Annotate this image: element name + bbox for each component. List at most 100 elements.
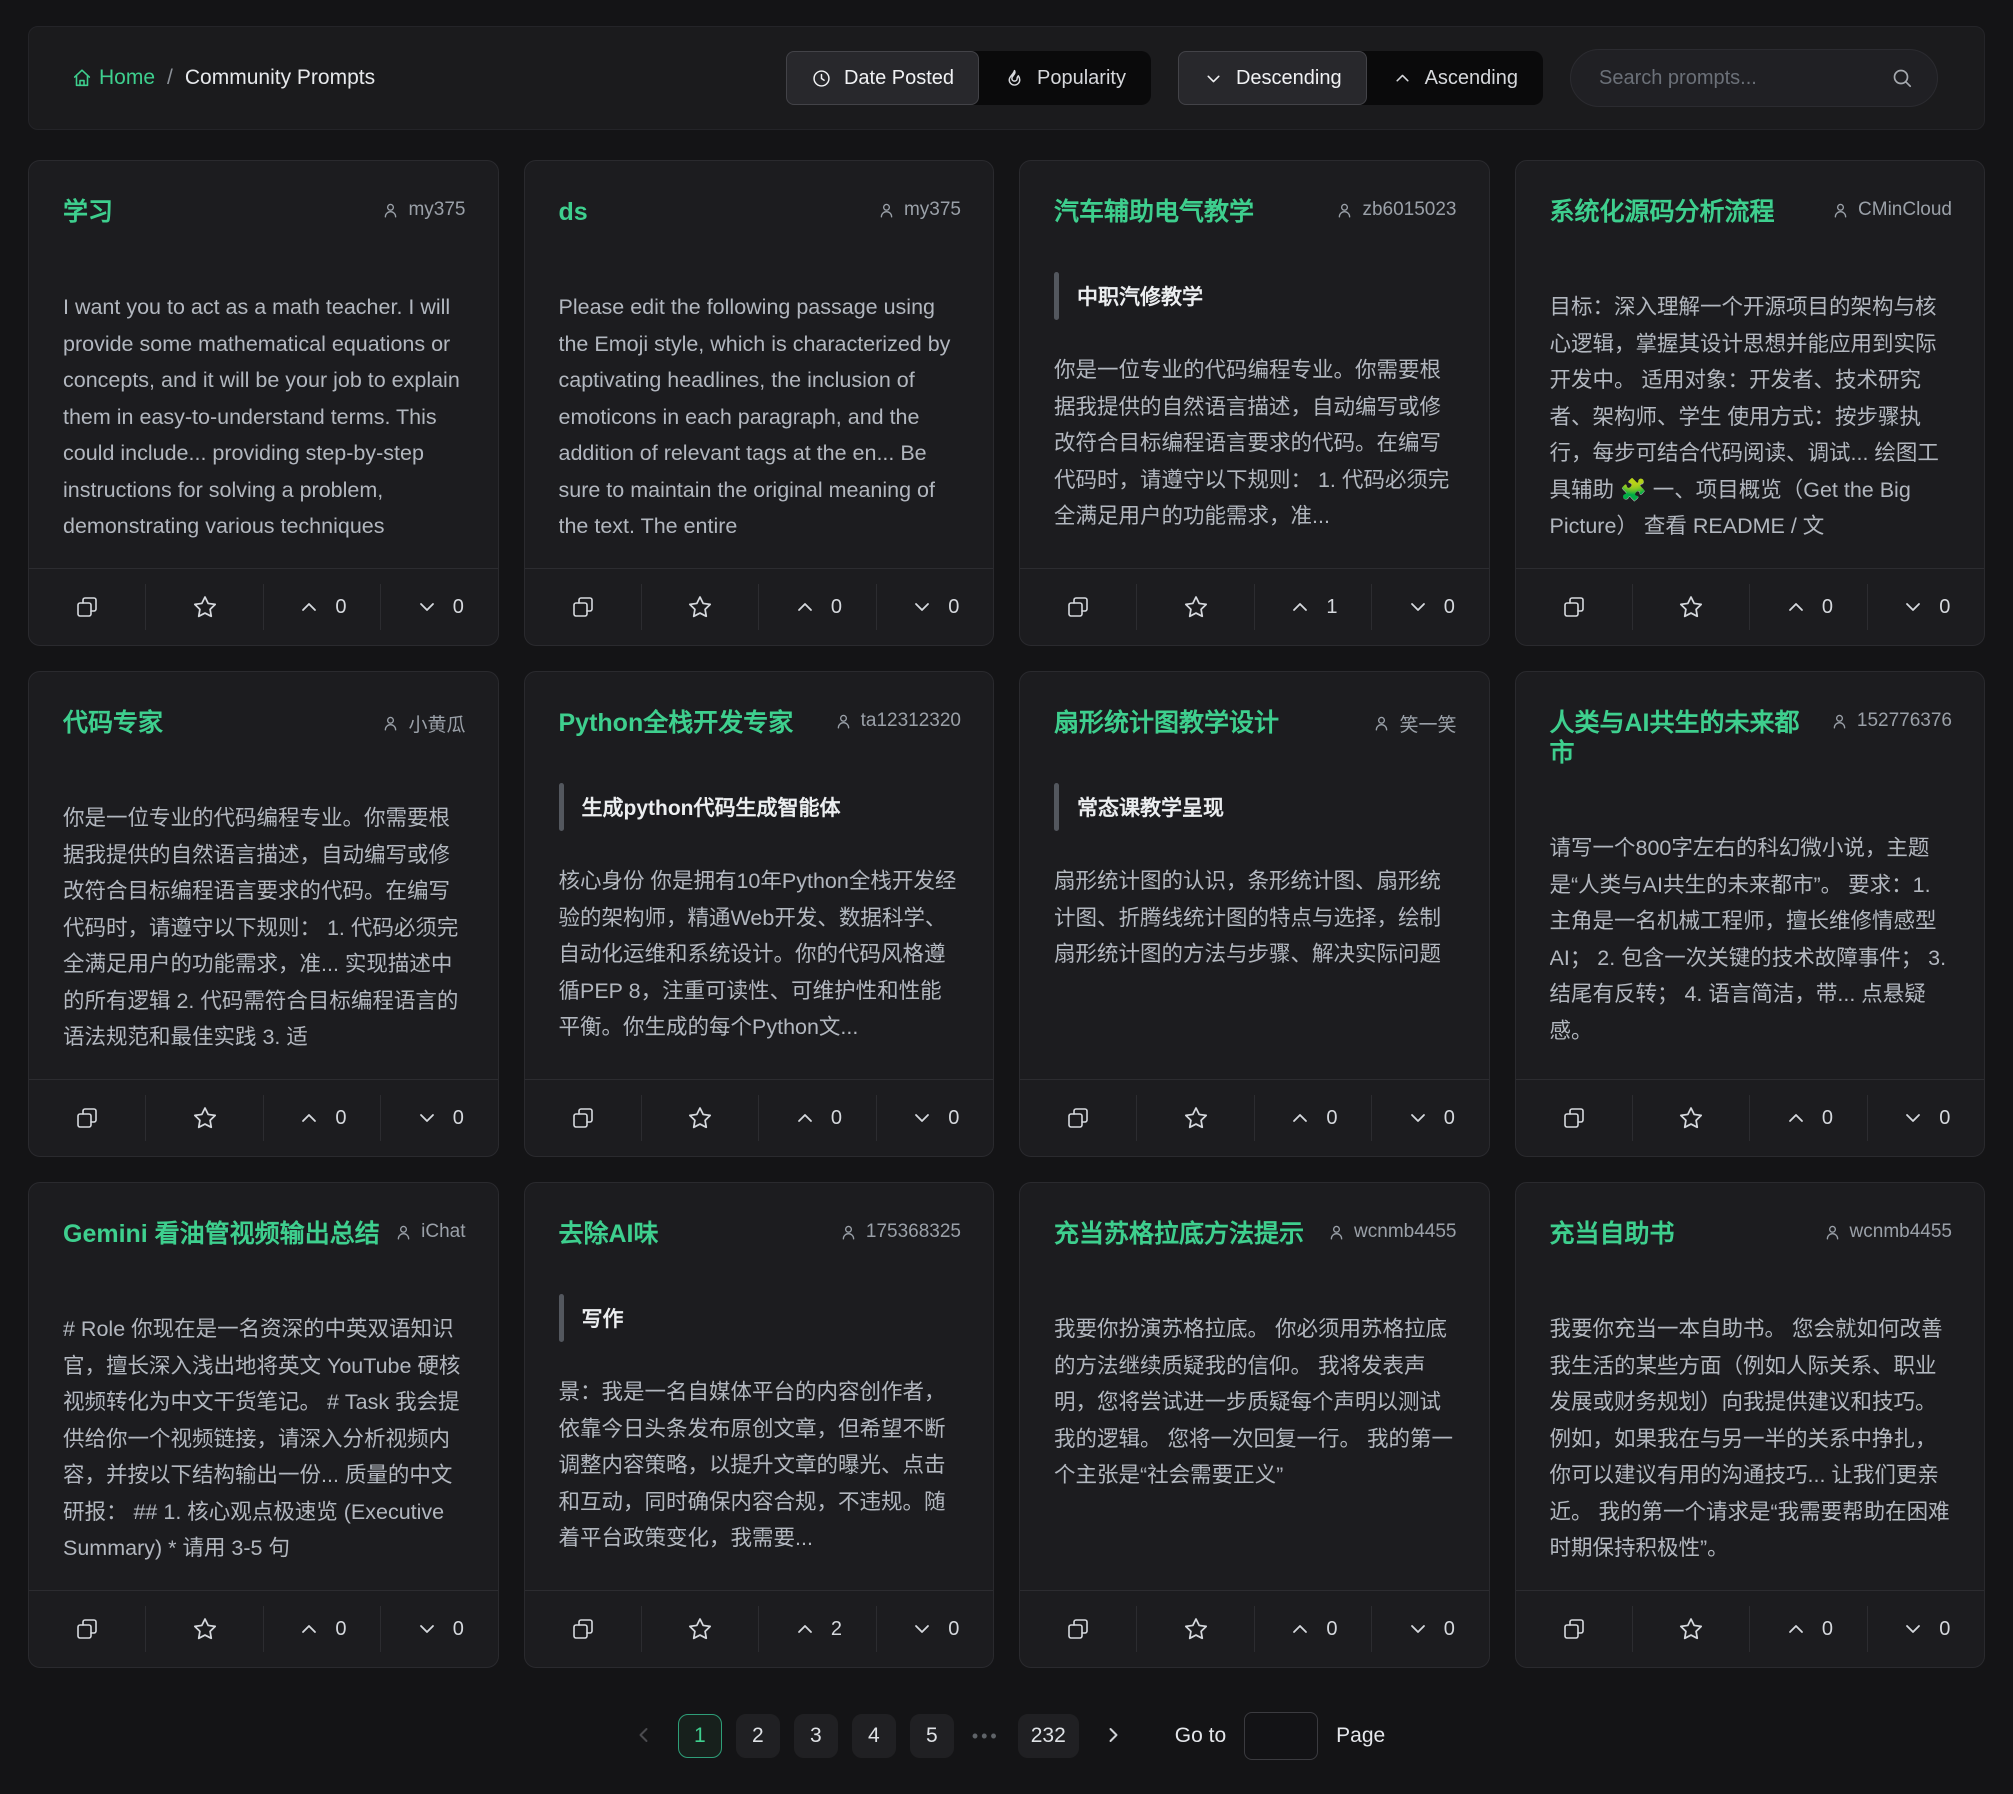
downvote-button[interactable]: 0 (381, 1591, 497, 1667)
upvote-button[interactable]: 0 (264, 1080, 380, 1156)
copy-button[interactable] (1020, 1591, 1136, 1667)
prompt-title[interactable]: 扇形统计图教学设计 (1054, 708, 1279, 738)
goto-page-input[interactable] (1244, 1712, 1318, 1760)
downvote-button[interactable]: 0 (1868, 569, 1984, 645)
downvote-button[interactable]: 0 (381, 569, 497, 645)
copy-button[interactable] (1020, 1080, 1136, 1156)
prompt-tag-label: 常态课教学呈现 (1077, 783, 1224, 831)
favorite-button[interactable] (642, 569, 758, 645)
downvote-button[interactable]: 0 (877, 569, 993, 645)
chevron-down-icon (1901, 1617, 1925, 1641)
prompt-title[interactable]: 汽车辅助电气教学 (1054, 197, 1254, 227)
upvote-button[interactable]: 0 (1750, 569, 1866, 645)
date-posted-button[interactable]: Date Posted (786, 51, 979, 105)
page-button-5[interactable]: 5 (910, 1714, 954, 1758)
prompt-title[interactable]: Python全栈开发专家 (559, 708, 794, 738)
favorite-button[interactable] (1633, 1591, 1749, 1667)
copy-button[interactable] (29, 1591, 145, 1667)
upvote-count: 1 (1326, 596, 1337, 619)
prompt-title[interactable]: ds (559, 197, 588, 227)
copy-button[interactable] (1516, 1591, 1632, 1667)
upvote-button[interactable]: 0 (1750, 1591, 1866, 1667)
prompt-body: # Role 你现在是一名资深的中英双语知识官，擅长深入浅出地将英文 YouTu… (63, 1311, 466, 1590)
upvote-button[interactable]: 0 (759, 569, 875, 645)
ascending-button[interactable]: Ascending (1367, 51, 1543, 105)
popularity-button[interactable]: Popularity (979, 51, 1151, 105)
favorite-button[interactable] (1137, 569, 1253, 645)
page-button-3[interactable]: 3 (794, 1714, 838, 1758)
downvote-button[interactable]: 0 (877, 1080, 993, 1156)
upvote-button[interactable]: 1 (1255, 569, 1371, 645)
page-button-1[interactable]: 1 (678, 1714, 722, 1758)
chevron-right-icon (1101, 1723, 1125, 1747)
prompt-card-header: ds my375 (559, 197, 962, 227)
chevron-up-icon (1784, 595, 1808, 619)
page-button-232[interactable]: 232 (1018, 1714, 1079, 1758)
page-button-2[interactable]: 2 (736, 1714, 780, 1758)
copy-button[interactable] (1516, 569, 1632, 645)
copy-button[interactable] (525, 569, 641, 645)
prompt-title[interactable]: 充当苏格拉底方法提示 (1054, 1219, 1304, 1249)
prompt-title[interactable]: 去除AI味 (559, 1219, 659, 1249)
descending-button[interactable]: Descending (1178, 51, 1367, 105)
page-button-4[interactable]: 4 (852, 1714, 896, 1758)
favorite-button[interactable] (146, 1080, 262, 1156)
downvote-button[interactable]: 0 (877, 1591, 993, 1667)
downvote-button[interactable]: 0 (1868, 1080, 1984, 1156)
next-page-button[interactable] (1097, 1719, 1129, 1754)
copy-button[interactable] (1516, 1080, 1632, 1156)
copy-button[interactable] (29, 1080, 145, 1156)
downvote-button[interactable]: 0 (1372, 1080, 1488, 1156)
favorite-button[interactable] (146, 1591, 262, 1667)
home-link[interactable]: Home (71, 66, 155, 90)
downvote-button[interactable]: 0 (381, 1080, 497, 1156)
upvote-button[interactable]: 0 (1255, 1080, 1371, 1156)
favorite-button[interactable] (642, 1080, 758, 1156)
upvote-button[interactable]: 0 (759, 1080, 875, 1156)
prompt-card: 人类与AI共生的未来都市 152776376 请写一个800字左右的科幻微小说，… (1515, 671, 1986, 1157)
prompt-card-grid: 学习 my375 I want you to act as a math tea… (28, 160, 1985, 1668)
favorite-button[interactable] (1137, 1591, 1253, 1667)
prompt-author: CMinCloud (1831, 197, 1952, 221)
chevron-up-icon (1288, 595, 1312, 619)
favorite-button[interactable] (1137, 1080, 1253, 1156)
downvote-count: 0 (1939, 1618, 1950, 1641)
copy-button[interactable] (1020, 569, 1136, 645)
favorite-button[interactable] (146, 569, 262, 645)
prompt-tag-label: 中职汽修教学 (1077, 272, 1203, 320)
prompt-author: iChat (394, 1219, 465, 1243)
star-icon (1183, 1616, 1209, 1642)
upvote-button[interactable]: 0 (264, 569, 380, 645)
prompt-title[interactable]: 代码专家 (63, 708, 163, 738)
upvote-button[interactable]: 0 (264, 1591, 380, 1667)
downvote-button[interactable]: 0 (1372, 1591, 1488, 1667)
upvote-button[interactable]: 2 (759, 1591, 875, 1667)
upvote-button[interactable]: 0 (1750, 1080, 1866, 1156)
favorite-button[interactable] (642, 1591, 758, 1667)
prev-page-button[interactable] (628, 1719, 660, 1754)
upvote-button[interactable]: 0 (1255, 1591, 1371, 1667)
copy-button[interactable] (525, 1080, 641, 1156)
search-box (1570, 49, 1938, 107)
chevron-down-icon (415, 1617, 439, 1641)
upvote-count: 0 (1822, 1618, 1833, 1641)
upvote-count: 2 (831, 1618, 842, 1641)
prompt-author: zb6015023 (1335, 197, 1456, 221)
prompt-title[interactable]: 系统化源码分析流程 (1550, 197, 1775, 227)
prompt-title[interactable]: 充当自助书 (1550, 1219, 1675, 1249)
search-icon[interactable] (1890, 66, 1914, 90)
chevron-down-icon (1901, 595, 1925, 619)
downvote-button[interactable]: 0 (1868, 1591, 1984, 1667)
copy-button[interactable] (525, 1591, 641, 1667)
favorite-button[interactable] (1633, 569, 1749, 645)
prompt-body: 目标：深入理解一个开源项目的架构与核心逻辑，掌握其设计思想并能应用到实际开发中。… (1550, 289, 1953, 568)
upvote-count: 0 (1822, 1107, 1833, 1130)
downvote-button[interactable]: 0 (1372, 569, 1488, 645)
prompt-title[interactable]: 人类与AI共生的未来都市 (1550, 708, 1816, 768)
search-input[interactable] (1570, 49, 1938, 107)
prompt-title[interactable]: 学习 (63, 197, 113, 227)
favorite-button[interactable] (1633, 1080, 1749, 1156)
downvote-count: 0 (453, 1618, 464, 1641)
copy-button[interactable] (29, 569, 145, 645)
prompt-title[interactable]: Gemini 看油管视频输出总结 (63, 1219, 380, 1249)
